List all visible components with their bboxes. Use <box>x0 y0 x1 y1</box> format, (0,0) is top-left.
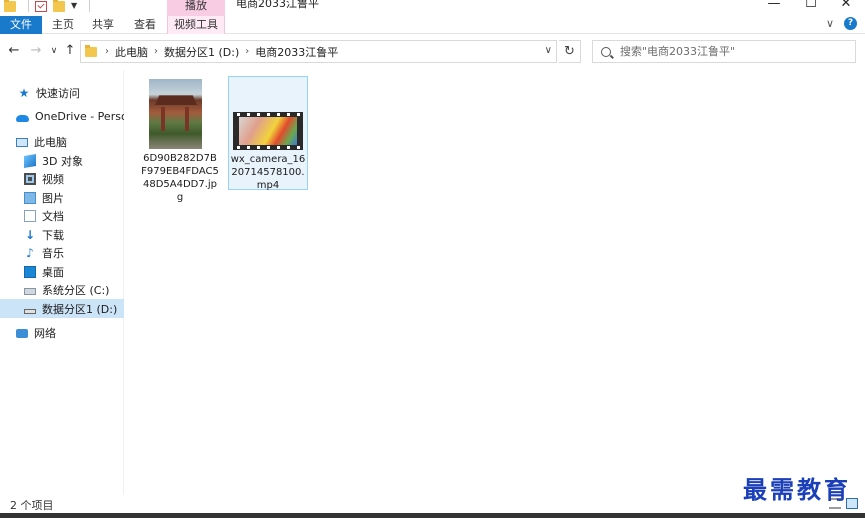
sidebar-item-downloads[interactable]: ↓ 下载 <box>0 225 124 244</box>
sidebar-item-onedrive[interactable]: OneDrive - Personal <box>0 107 124 126</box>
item-count: 2 个项目 <box>10 499 54 512</box>
ribbon-tabs: 文件 主页 共享 查看 视频工具 ∨ ? <box>0 16 865 34</box>
sidebar-item-label: 文档 <box>42 209 64 223</box>
sidebar-item-documents[interactable]: 文档 <box>0 206 124 225</box>
sidebar-item-label: 网络 <box>34 326 56 340</box>
search-box[interactable] <box>592 40 856 63</box>
sidebar-item-3d-objects[interactable]: 3D 对象 <box>0 151 124 170</box>
picture-icon <box>24 191 36 204</box>
sidebar-item-label: 图片 <box>42 191 64 205</box>
address-bar[interactable]: › 此电脑 › 数据分区1 (D:) › 电商2033江鲁平 ∨ <box>80 40 557 63</box>
cube-icon <box>24 153 36 168</box>
context-tab-header: 播放 <box>167 0 225 16</box>
sidebar-item-music[interactable]: ♪ 音乐 <box>0 243 124 262</box>
file-item-jpg[interactable]: 6D90B282D7BF979EB4FDAC548D5A4DD7.jpg <box>141 76 221 203</box>
drive-c-icon <box>24 288 36 295</box>
tab-file[interactable]: 文件 <box>0 16 42 34</box>
new-folder-icon[interactable] <box>53 0 65 12</box>
sidebar-item-label: 3D 对象 <box>42 154 83 168</box>
thumbnail-roof <box>155 95 197 105</box>
chevron-down-icon[interactable]: ∨ <box>545 45 552 56</box>
sidebar-item-drive-c[interactable]: 系统分区 (C:) <box>0 280 124 299</box>
image-thumbnail <box>149 79 202 149</box>
breadcrumb-this-pc[interactable]: 此电脑 <box>115 44 148 60</box>
tab-view[interactable]: 查看 <box>126 16 164 34</box>
chevron-right-icon[interactable]: › <box>245 46 249 57</box>
maximize-button[interactable]: ☐ <box>794 0 828 12</box>
cloud-icon <box>16 114 29 122</box>
film-strip-bottom <box>233 145 303 150</box>
desktop-icon <box>24 265 36 278</box>
sidebar-item-label: 数据分区1 (D:) <box>42 302 118 316</box>
video-thumbnail <box>233 112 303 150</box>
sidebar-item-label: 音乐 <box>42 246 64 260</box>
star-icon: ★ <box>18 85 30 100</box>
taskbar-edge <box>0 513 865 518</box>
sidebar-item-label: 此电脑 <box>34 135 67 149</box>
title-bar: ▼ 播放 电商2033江鲁平 — ☐ ✕ <box>0 0 865 16</box>
file-name: 6D90B282D7BF979EB4FDAC548D5A4DD7.jpg <box>141 153 219 203</box>
file-item-mp4[interactable]: wx_camera_1620714578100.mp4 <box>228 76 308 191</box>
thumbnail-pillar <box>161 107 165 131</box>
status-bar: 2 个项目 <box>0 495 865 513</box>
sidebar-item-label: 桌面 <box>42 265 64 279</box>
file-name: wx_camera_1620714578100.mp4 <box>230 154 306 191</box>
recent-locations-icon[interactable]: ∨ <box>46 43 62 59</box>
minimize-button[interactable]: — <box>757 0 791 12</box>
back-button[interactable]: ← <box>6 43 22 59</box>
sidebar-item-label: 系统分区 (C:) <box>42 283 110 297</box>
expand-ribbon-icon[interactable]: ∨ <box>826 17 834 30</box>
chevron-right-icon[interactable]: › <box>105 46 109 57</box>
folder-icon <box>4 0 16 12</box>
close-button[interactable]: ✕ <box>829 0 863 12</box>
sidebar-item-this-pc[interactable]: 此电脑 <box>0 132 124 151</box>
file-list[interactable]: 6D90B282D7BF979EB4FDAC548D5A4DD7.jpg wx_… <box>125 70 865 495</box>
download-icon: ↓ <box>24 227 36 242</box>
computer-icon <box>16 137 28 147</box>
sidebar-item-desktop[interactable]: 桌面 <box>0 262 124 281</box>
refresh-button[interactable]: ↻ <box>559 40 581 63</box>
navigation-pane: ★ 快速访问 OneDrive - Personal 此电脑 3D 对象 视频 … <box>0 70 124 495</box>
qat-divider <box>89 0 91 12</box>
sidebar-item-label: 视频 <box>42 172 64 186</box>
tab-home[interactable]: 主页 <box>44 16 82 34</box>
properties-icon[interactable] <box>35 0 47 12</box>
folder-icon <box>85 44 97 57</box>
video-frame <box>239 117 297 145</box>
help-icon[interactable]: ? <box>844 17 857 30</box>
quick-access-toolbar: ▼ <box>4 0 91 12</box>
ribbon-right-controls: ∨ ? <box>826 17 857 30</box>
video-icon <box>24 172 36 185</box>
breadcrumb-drive-d[interactable]: 数据分区1 (D:) <box>164 44 239 60</box>
sidebar-item-label: 快速访问 <box>36 86 80 100</box>
thumbnail-pillar <box>185 107 189 131</box>
sidebar-item-pictures[interactable]: 图片 <box>0 188 124 207</box>
network-icon <box>16 329 28 338</box>
chevron-right-icon[interactable]: › <box>154 46 158 57</box>
tab-share[interactable]: 共享 <box>84 16 122 34</box>
search-icon <box>601 46 611 57</box>
film-strip-top <box>233 112 303 117</box>
sidebar-item-quick-access[interactable]: ★ 快速访问 <box>0 83 124 102</box>
tab-video-tools[interactable]: 视频工具 <box>167 16 225 34</box>
window-title: 电商2033江鲁平 <box>236 0 319 10</box>
document-icon <box>24 209 36 222</box>
breadcrumb-current-folder[interactable]: 电商2033江鲁平 <box>255 44 338 60</box>
up-button[interactable]: ↑ <box>62 43 78 59</box>
sidebar-item-network[interactable]: 网络 <box>0 323 124 342</box>
sidebar-item-videos[interactable]: 视频 <box>0 169 124 188</box>
watermark: 最需教育 <box>743 475 851 504</box>
drive-d-icon <box>24 308 36 314</box>
forward-button[interactable]: → <box>28 43 44 59</box>
navigation-bar: ← → ∨ ↑ › 此电脑 › 数据分区1 (D:) › 电商2033江鲁平 ∨… <box>0 34 865 70</box>
music-icon: ♪ <box>26 245 34 260</box>
sidebar-item-label: 下载 <box>42 228 64 242</box>
qat-dropdown-icon[interactable]: ▼ <box>71 0 77 12</box>
qat-divider <box>28 0 29 12</box>
search-input[interactable] <box>620 45 840 58</box>
sidebar-item-drive-d[interactable]: 数据分区1 (D:) <box>0 299 124 318</box>
sidebar-item-label: OneDrive - Personal <box>35 110 124 123</box>
